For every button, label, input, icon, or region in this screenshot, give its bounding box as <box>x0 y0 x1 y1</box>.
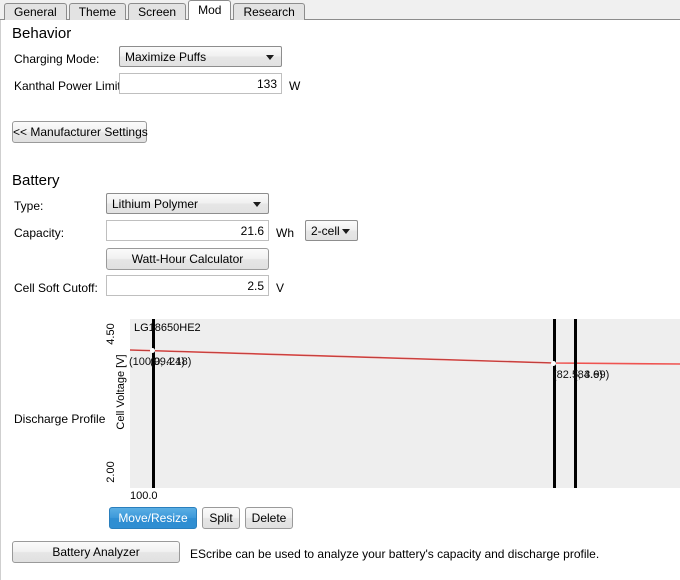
kanthal-power-limit-label: Kanthal Power Limit: <box>14 79 124 93</box>
tab-strip: General Theme Screen Mod Research <box>0 0 680 20</box>
tab-list: General Theme Screen Mod Research <box>4 0 307 20</box>
tab-research-label: Research <box>243 5 294 19</box>
y-axis-title: Cell Voltage [V] <box>115 337 127 447</box>
battery-type-label: Type: <box>14 199 43 213</box>
tab-general-label: General <box>14 5 57 19</box>
discharge-profile-chart[interactable]: 4.50 2.00 Cell Voltage [V] 100.0 LG18650… <box>105 316 680 508</box>
marker-dot-1 <box>150 348 155 353</box>
cell-soft-cutoff-unit: V <box>276 281 284 295</box>
tab-screen-label: Screen <box>138 5 176 19</box>
delete-label: Delete <box>246 511 292 525</box>
battery-heading: Battery <box>12 172 60 189</box>
manufacturer-settings-button[interactable]: << Manufacturer Settings <box>12 121 147 143</box>
charging-mode-label: Charging Mode: <box>14 52 99 66</box>
watt-hour-calculator-label: Watt-Hour Calculator <box>107 252 268 266</box>
kanthal-power-limit-input[interactable]: 133 <box>119 73 282 94</box>
behavior-heading: Behavior <box>12 25 71 42</box>
tab-general[interactable]: General <box>4 3 67 20</box>
battery-analyzer-label: Battery Analyzer <box>13 545 179 559</box>
marker-line-1[interactable] <box>152 319 155 488</box>
battery-type-select[interactable]: Lithium Polymer <box>106 193 269 214</box>
kanthal-power-limit-value: 133 <box>257 77 277 91</box>
capacity-value: 21.6 <box>241 224 264 238</box>
cell-count-select[interactable]: 2-cell <box>305 220 358 241</box>
watt-hour-calculator-button[interactable]: Watt-Hour Calculator <box>106 248 269 270</box>
move-resize-button[interactable]: Move/Resize <box>109 507 197 529</box>
chevron-down-icon <box>253 202 261 207</box>
chevron-down-icon <box>266 55 274 60</box>
split-button[interactable]: Split <box>202 507 240 529</box>
cell-soft-cutoff-value: 2.5 <box>247 279 264 293</box>
charging-mode-value: Maximize Puffs <box>125 50 206 64</box>
battery-type-value: Lithium Polymer <box>112 197 198 211</box>
tab-theme[interactable]: Theme <box>69 3 126 20</box>
point-label-2: (99.24) <box>150 356 185 368</box>
capacity-label: Capacity: <box>14 226 64 240</box>
cell-soft-cutoff-input[interactable]: 2.5 <box>106 275 269 296</box>
tab-research[interactable]: Research <box>233 3 304 20</box>
cell-soft-cutoff-label: Cell Soft Cutoff: <box>14 281 98 295</box>
chart-series-name: LG18650HE2 <box>134 322 201 334</box>
charging-mode-select[interactable]: Maximize Puffs <box>119 46 282 67</box>
delete-button[interactable]: Delete <box>245 507 293 529</box>
tab-theme-label: Theme <box>79 5 116 19</box>
point-label-4: (84.6) <box>574 369 603 381</box>
chart-plot-area <box>130 319 680 488</box>
mod-settings-panel: Behavior Charging Mode: Maximize Puffs K… <box>0 20 680 580</box>
tab-screen[interactable]: Screen <box>128 3 186 20</box>
tab-mod-label: Mod <box>198 3 221 17</box>
y-tick-lower: 2.00 <box>105 457 117 487</box>
marker-line-2[interactable] <box>553 319 556 488</box>
capacity-input[interactable]: 21.6 <box>106 220 269 241</box>
split-label: Split <box>203 511 239 525</box>
capacity-unit: Wh <box>276 226 294 240</box>
kanthal-power-limit-unit: W <box>289 79 300 93</box>
marker-line-3[interactable] <box>574 319 577 488</box>
manufacturer-settings-label: << Manufacturer Settings <box>13 125 146 139</box>
tab-mod[interactable]: Mod <box>188 0 231 20</box>
move-resize-label: Move/Resize <box>110 511 196 525</box>
discharge-profile-label: Discharge Profile: <box>14 412 109 426</box>
x-tick-0: 100.0 <box>130 490 158 502</box>
cell-count-value: 2-cell <box>311 224 340 238</box>
analyzer-note: EScribe can be used to analyze your batt… <box>190 547 599 561</box>
marker-dot-2 <box>551 361 556 366</box>
battery-analyzer-button[interactable]: Battery Analyzer <box>12 541 180 563</box>
chevron-down-icon <box>342 229 350 234</box>
